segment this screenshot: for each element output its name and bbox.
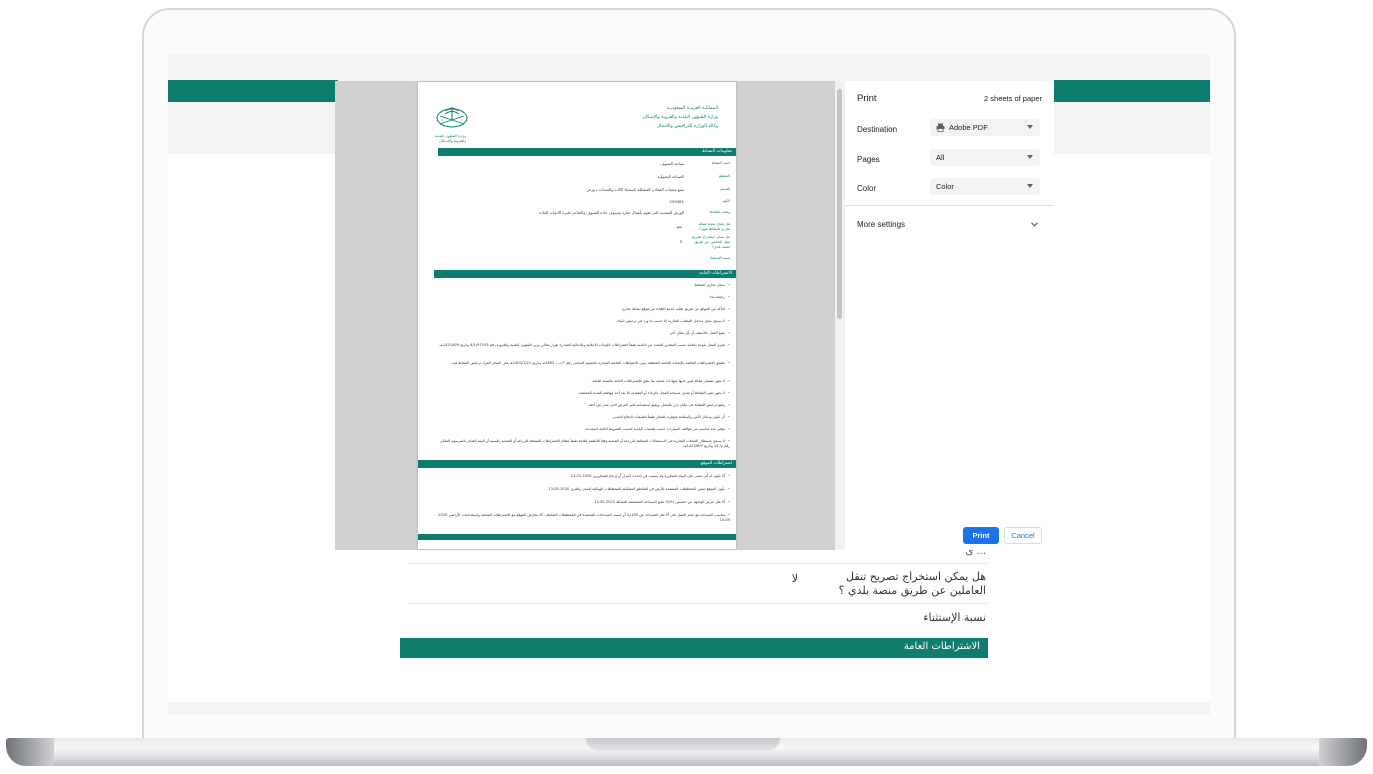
header-line: وكالة الوزارة للتراخيص والامتثال [656,124,718,129]
destination-value: Adobe PDF [949,123,988,132]
general-section-title: الاشتراطات العامة [699,271,732,276]
ministry-logo: وزارة الشؤون البلدية والقروية والإسكان [426,102,478,144]
list-item: لا يسمح بعمل مداخل المحلات التجارية إلا … [434,319,730,324]
field-label: هل تحتاج بحجة تشاله تجاري للنشاط هوتز؟ [698,222,730,231]
background-row-divider [408,563,988,564]
activity-section-title: معلومات النشاط [702,149,732,154]
list-item: سجل تجاري للنشاط. [434,283,730,288]
background-row-divider [408,603,988,604]
pages-value: All [936,153,945,162]
laptop-base-right-edge [1319,738,1367,766]
general-section-header: الاشتراطات العامة [434,270,736,278]
location-section-header: اشتراطات الموقع [418,460,736,468]
field-label: وصف النشاط [709,210,730,214]
list-item: لا يسمح باستغلال المحلات التجارية في الا… [434,439,730,449]
settings-divider [845,205,1054,206]
field-value: نعم [676,224,682,229]
caret-down-icon [1027,125,1033,129]
list-item: ألا يكون له أثر سلبي على البيئة المجاورة… [434,474,730,479]
field-label: الكود [722,199,730,203]
preview-scrollbar-thumb[interactable] [837,89,842,319]
list-item: التأكد من الموقع عن طريق طلب خدمة الإفاد… [434,307,730,312]
activity-section-header: معلومات النشاط [438,148,736,156]
laptop-hinge-notch [586,738,780,751]
background-question-label: هل يمكن استخراج تصريح تنقل العاملين عن ط… [838,570,986,597]
field-label: القسم [720,187,730,191]
list-item: توفير عدد مناسب من مواقف السيارات حسب تع… [434,427,730,432]
document-bottom-bar [418,534,736,540]
color-value: Color [936,182,954,191]
background-question-answer: لا [791,572,798,585]
list-item: يكون الموقع ضمن المخططات المعتمدة للأرض … [434,487,730,492]
list-item: أن تكون وسائل الأمن والسلامة متوفرة بالم… [434,415,730,420]
field-value: الورش المعدنية التي تقوم بأعمال تجارة وس… [538,210,684,215]
laptop-screen: ... ى هل يمكن استخراج تصريح تنقل العاملي… [168,54,1210,715]
destination-label: Destination [857,125,898,134]
printer-icon [936,123,945,132]
caret-down-icon [1027,184,1033,188]
field-label: نسبة الإستثناء [709,256,730,260]
list-item: يلتزم المحل بلوحة إعلانية حسب المقاس الم… [434,343,730,348]
pages-label: Pages [857,155,880,164]
document-header: المملكـة العربيـة السعوديـة وزارة الشؤون… [568,104,718,131]
print-dialog-title: Print [857,93,877,104]
logo-caption-line: والقروية والإسكان [439,139,466,143]
header-line: المملكـة العربيـة السعوديـة [666,106,718,111]
field-label: المقطع [719,174,730,178]
caret-down-icon [1027,155,1033,159]
field-value: صناعة السيوف [660,161,684,166]
print-settings-panel: Print 2 sheets of paper Destination Adob… [845,81,1054,550]
cancel-button[interactable]: Cancel [1004,527,1042,544]
list-item: لا يجوز تغيير النشاط أو تعديل مساحة المح… [434,391,730,396]
list-item: تتناسب المساحة مع حجم العمل على ألا تقل … [434,513,730,523]
more-settings-toggle[interactable]: More settings [845,214,1054,236]
list-item: لا يجوز تشغيل عمالة ليس لديها شهادات صحي… [434,379,730,384]
list-item: تطبيق الاشتراطات الخاصة بالإضاءة الخاصة … [434,361,730,366]
list-item: رخصة بناء. [434,295,730,300]
list-item: يمنع العمل بالأسقف أو بأي مكان آخر. [434,331,730,336]
list-item: ألا يقل عرض الواجهة عن خمسين (5/9) نصح ا… [434,500,730,505]
header-line: وزارة الشؤون البلدية والقروية والإسكان [642,115,718,120]
field-value: لا [679,239,682,244]
background-exception-label: نسبة الإستثناء [923,611,986,624]
sheet-count: 2 sheets of paper [984,94,1042,103]
palm-swords-icon [436,107,468,128]
print-preview-sheet[interactable]: وزارة الشؤون البلدية والقروية والإسكان ا… [418,82,736,549]
field-value: صنع منتجات المعادن المشكلة باستثناء الآل… [586,187,684,192]
background-header-bar-left [168,80,338,102]
logo-caption: وزارة الشؤون البلدية والقروية والإسكان [426,134,466,144]
laptop-base-left-edge [6,738,54,766]
location-section-title: اشتراطات الموقع [700,461,732,466]
print-button[interactable]: Print [963,527,999,544]
field-label: هل يمكن استخراج تصريح تنقل العاملين عن ط… [692,235,730,249]
color-label: Color [857,184,877,193]
field-value: الصناعة التحويلية [657,174,684,179]
field-label: اسم النشاط [711,161,730,165]
color-select[interactable]: Color [930,178,1040,195]
background-section-title: الاشتراطات العامة [903,641,980,652]
background-section-header: الاشتراطات العامة [400,638,988,658]
chevron-down-icon [1031,222,1038,227]
destination-select[interactable]: Adobe PDF [930,119,1040,136]
list-item: وضع ترخيص النشاط في مكان بارز بالمحل، وي… [434,403,730,408]
preview-scrollbar[interactable] [835,81,845,550]
more-settings-label: More settings [857,220,906,229]
field-value: 259381 [669,199,685,204]
background-header-bar-right [1054,80,1210,102]
pages-select[interactable]: All [930,149,1040,166]
